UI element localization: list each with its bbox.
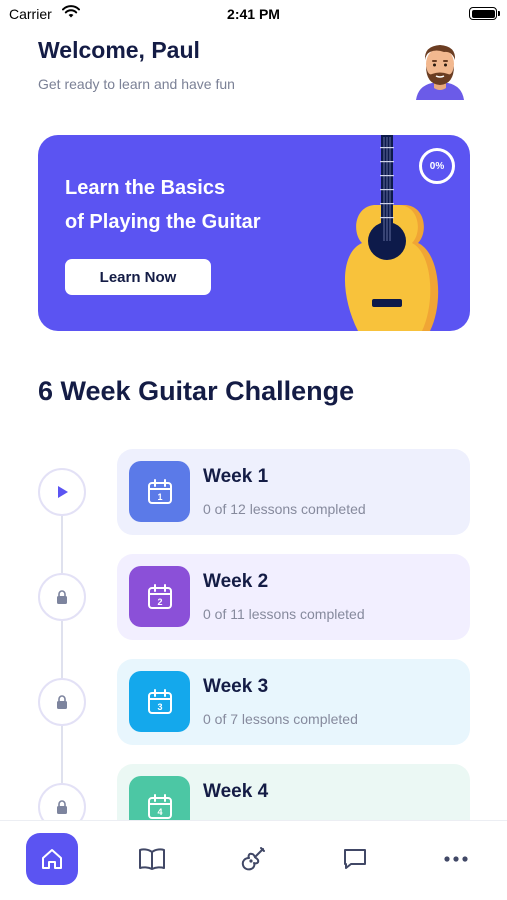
tab-courses[interactable]: [126, 833, 178, 885]
week-2-lock: [38, 573, 86, 621]
book-icon: [139, 848, 165, 870]
week-title: Week 2: [203, 571, 269, 592]
week-1-play-button[interactable]: [38, 468, 86, 516]
bearded-man-avatar-icon: [416, 45, 464, 100]
calendar-icon: 1: [129, 461, 190, 522]
timeline-connector: [61, 492, 63, 822]
svg-text:4: 4: [157, 807, 162, 817]
week-progress: 0 of 12 lessons completed: [203, 501, 366, 517]
more-icon: [444, 856, 468, 862]
bottom-tab-bar: [0, 820, 507, 900]
challenge-title: 6 Week Guitar Challenge: [38, 376, 355, 406]
home-icon: [42, 849, 62, 869]
avatar[interactable]: [412, 40, 468, 100]
lock-icon: [57, 695, 67, 709]
status-bar: Carrier 2:41 PM: [0, 0, 507, 30]
week-title: Week 1: [203, 466, 269, 487]
clock: 2:41 PM: [227, 6, 280, 22]
svg-text:2: 2: [157, 597, 162, 607]
week-3-lock: [38, 678, 86, 726]
hero-title-line-2: of Playing the Guitar: [65, 211, 261, 233]
lock-icon: [57, 800, 67, 814]
tab-chat[interactable]: [329, 833, 381, 885]
tab-practice[interactable]: [227, 833, 279, 885]
learn-now-button[interactable]: Learn Now: [65, 259, 211, 295]
lock-icon: [57, 590, 67, 604]
week-progress: 0 of 11 lessons completed: [203, 606, 365, 622]
progress-indicator: 0%: [419, 148, 455, 184]
svg-text:3: 3: [157, 702, 162, 712]
hero-title-line-1: Learn the Basics: [65, 177, 226, 199]
tab-more[interactable]: [430, 833, 482, 885]
chat-icon: [344, 849, 366, 869]
week-title: Week 4: [203, 781, 269, 802]
hero-banner[interactable]: Learn the Basics of Playing the Guitar L…: [38, 135, 470, 331]
week-card-3[interactable]: 3 Week 3 0 of 7 lessons completed: [117, 659, 470, 745]
guitar-icon: [241, 847, 265, 871]
calendar-icon: 2: [129, 566, 190, 627]
battery-icon: [469, 7, 500, 20]
week-progress: 0 of 7 lessons completed: [203, 711, 358, 727]
play-icon: [58, 486, 68, 498]
calendar-icon: 3: [129, 671, 190, 732]
week-title: Week 3: [203, 676, 269, 697]
week-card-2[interactable]: 2 Week 2 0 of 11 lessons completed: [117, 554, 470, 640]
welcome-subtitle: Get ready to learn and have fun: [38, 76, 235, 92]
week-card-1[interactable]: 1 Week 1 0 of 12 lessons completed: [117, 449, 470, 535]
welcome-heading: Welcome, Paul: [38, 37, 200, 63]
tab-home[interactable]: [26, 833, 78, 885]
svg-text:1: 1: [157, 492, 162, 502]
